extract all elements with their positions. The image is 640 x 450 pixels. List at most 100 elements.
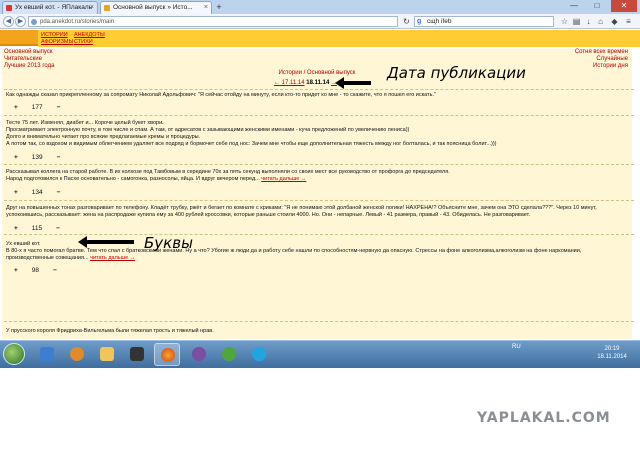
new-tab-button[interactable]: + bbox=[213, 2, 225, 13]
link-readers[interactable]: Читательские bbox=[4, 56, 42, 62]
vote-count: 177 bbox=[31, 104, 43, 111]
start-button[interactable] bbox=[3, 343, 25, 365]
media-player-icon bbox=[70, 347, 84, 361]
taskbar-app-viber[interactable] bbox=[186, 343, 212, 366]
story-divider bbox=[4, 164, 634, 165]
vote-widget: +98 − bbox=[14, 267, 57, 274]
vote-widget: +115 − bbox=[14, 225, 60, 232]
reload-icon[interactable]: ↻ bbox=[402, 17, 411, 26]
story-text: Рассказывал коллега на старой работе. В … bbox=[6, 169, 630, 183]
forward-button[interactable]: ▶ bbox=[15, 16, 26, 27]
folder-icon bbox=[100, 347, 114, 361]
search-input[interactable]: g сщh ifeb bbox=[414, 16, 554, 27]
taskbar-app-skype[interactable] bbox=[246, 343, 272, 366]
maximize-button[interactable]: □ bbox=[586, 0, 608, 12]
read-more-link[interactable]: читать дальше → bbox=[261, 176, 306, 182]
taskbar-app-torrent[interactable] bbox=[216, 343, 242, 366]
annotation-letters-label: Буквы bbox=[144, 234, 193, 252]
vote-plus-button[interactable]: + bbox=[14, 189, 18, 196]
site-logo[interactable] bbox=[0, 30, 38, 46]
taskbar-app-video[interactable] bbox=[124, 343, 150, 366]
vote-count: 134 bbox=[31, 189, 43, 196]
url-text: pda.anekdot.ru/stories/main bbox=[40, 19, 115, 25]
tab-yaplakal[interactable]: Ух евший кот. - ЯПлакаль × bbox=[2, 1, 98, 14]
vote-minus-button[interactable]: − bbox=[57, 189, 61, 196]
watermark: YAPLAKAL.COM bbox=[477, 410, 611, 426]
taskbar-app-explorer[interactable] bbox=[34, 343, 60, 366]
story-line: Долго и внимательно читает про всякие пр… bbox=[6, 134, 201, 140]
ie-icon bbox=[40, 347, 54, 361]
vote-widget: +134 − bbox=[14, 189, 60, 196]
nav-aphorisms[interactable]: АФОРИЗМЫ bbox=[41, 39, 73, 45]
vote-count: 98 bbox=[31, 267, 40, 274]
story-line: успокоившись, рассказывает: жена на расп… bbox=[6, 212, 531, 218]
annotation-arrow-icon bbox=[78, 236, 134, 248]
download-icon[interactable]: ↓ bbox=[584, 17, 593, 26]
link-stories-of-day[interactable]: Истории дня bbox=[593, 63, 628, 69]
tab-anekdot[interactable]: Основной выпуск » Исто... × bbox=[100, 1, 212, 14]
vote-plus-button[interactable]: + bbox=[14, 225, 18, 232]
vote-count: 139 bbox=[31, 154, 43, 161]
taskbar-app-folder[interactable] bbox=[94, 343, 120, 366]
torrent-icon bbox=[222, 347, 236, 361]
tab-close-icon[interactable]: × bbox=[204, 2, 208, 14]
story-line: Народ подготовился к Пасхе основательно … bbox=[6, 176, 307, 182]
globe-icon bbox=[31, 19, 37, 25]
search-text: сщh ifeb bbox=[427, 18, 452, 25]
back-button[interactable]: ◀ bbox=[3, 16, 14, 27]
url-bar[interactable]: pda.anekdot.ru/stories/main bbox=[28, 16, 398, 27]
skype-icon bbox=[252, 347, 266, 361]
story-text: Как однажды сказал прикрепленному за соп… bbox=[6, 92, 630, 99]
close-window-button[interactable]: ✕ bbox=[611, 0, 637, 12]
link-random[interactable]: Случайные bbox=[596, 56, 628, 62]
link-best-2013[interactable]: Лучшие 2013 года bbox=[4, 63, 54, 69]
star-icon[interactable]: ☆ bbox=[560, 17, 569, 26]
section-link[interactable]: Истории / Основной выпуск bbox=[2, 70, 632, 76]
nav-jokes[interactable]: АНЕКДОТЫ bbox=[74, 32, 105, 38]
vote-minus-button[interactable]: − bbox=[53, 267, 57, 274]
firefox-icon bbox=[161, 348, 175, 362]
video-icon bbox=[130, 347, 144, 361]
vote-plus-button[interactable]: + bbox=[14, 267, 18, 274]
site-favicon-icon bbox=[104, 5, 110, 11]
viber-icon bbox=[192, 347, 206, 361]
read-more-link[interactable]: читать дальше → bbox=[90, 255, 135, 261]
clock-date: 18.11.2014 bbox=[597, 354, 627, 360]
vote-minus-button[interactable]: − bbox=[57, 154, 61, 161]
link-main-issue[interactable]: Основной выпуск bbox=[4, 49, 52, 55]
taskbar-app-media[interactable] bbox=[64, 343, 90, 366]
menu-icon[interactable]: ≡ bbox=[624, 17, 633, 26]
annotation-arrow-icon bbox=[335, 77, 371, 89]
bookmarks-icon[interactable]: ▤ bbox=[572, 17, 581, 26]
story-divider bbox=[4, 321, 634, 322]
story-line: Тесте 75 лет. Изменял, диабет и... Короч… bbox=[6, 120, 164, 126]
home-icon[interactable]: ⌂ bbox=[596, 17, 605, 26]
addon-icon[interactable]: ◆ bbox=[610, 17, 619, 26]
minimize-button[interactable]: — bbox=[563, 0, 585, 12]
vote-count: 115 bbox=[31, 225, 43, 232]
story-text: У прусского короля Фридриха-Вильгельма б… bbox=[6, 328, 630, 335]
browser-tab-bar: Ух евший кот. - ЯПлакаль × Основной выпу… bbox=[0, 0, 640, 14]
site-favicon-icon bbox=[6, 5, 12, 11]
story-divider bbox=[4, 115, 634, 116]
story-line: В 80-х я часто помогал братве. Тем что с… bbox=[6, 248, 582, 254]
tab-close-icon[interactable]: × bbox=[90, 2, 94, 14]
nav-poems[interactable]: СТИХИ bbox=[74, 39, 93, 45]
stories-content: Основной выпуск Читательские Лучшие 2013… bbox=[2, 49, 634, 339]
language-indicator[interactable]: RU bbox=[512, 344, 521, 350]
link-top-100[interactable]: Сотня всех времен bbox=[575, 49, 628, 55]
browser-nav-bar: ◀ ▶ pda.anekdot.ru/stories/main ↻ g сщh … bbox=[0, 14, 640, 29]
taskbar-app-firefox[interactable] bbox=[154, 343, 180, 366]
system-clock[interactable]: 20:19 18.11.2014 bbox=[592, 345, 632, 361]
vote-plus-button[interactable]: + bbox=[14, 154, 18, 161]
clock-time: 20:19 bbox=[604, 346, 620, 352]
story-divider bbox=[4, 200, 634, 201]
current-date: 18.11.14 bbox=[306, 80, 330, 86]
tab-title: Ух евший кот. - ЯПлакаль bbox=[15, 4, 93, 11]
nav-stories[interactable]: ИСТОРИИ bbox=[41, 32, 68, 38]
vote-minus-button[interactable]: − bbox=[56, 225, 60, 232]
vote-plus-button[interactable]: + bbox=[14, 104, 18, 111]
prev-date-link[interactable]: ← 17.11.14 bbox=[274, 80, 305, 86]
vote-minus-button[interactable]: − bbox=[57, 104, 61, 111]
google-search-icon: g bbox=[417, 18, 422, 25]
